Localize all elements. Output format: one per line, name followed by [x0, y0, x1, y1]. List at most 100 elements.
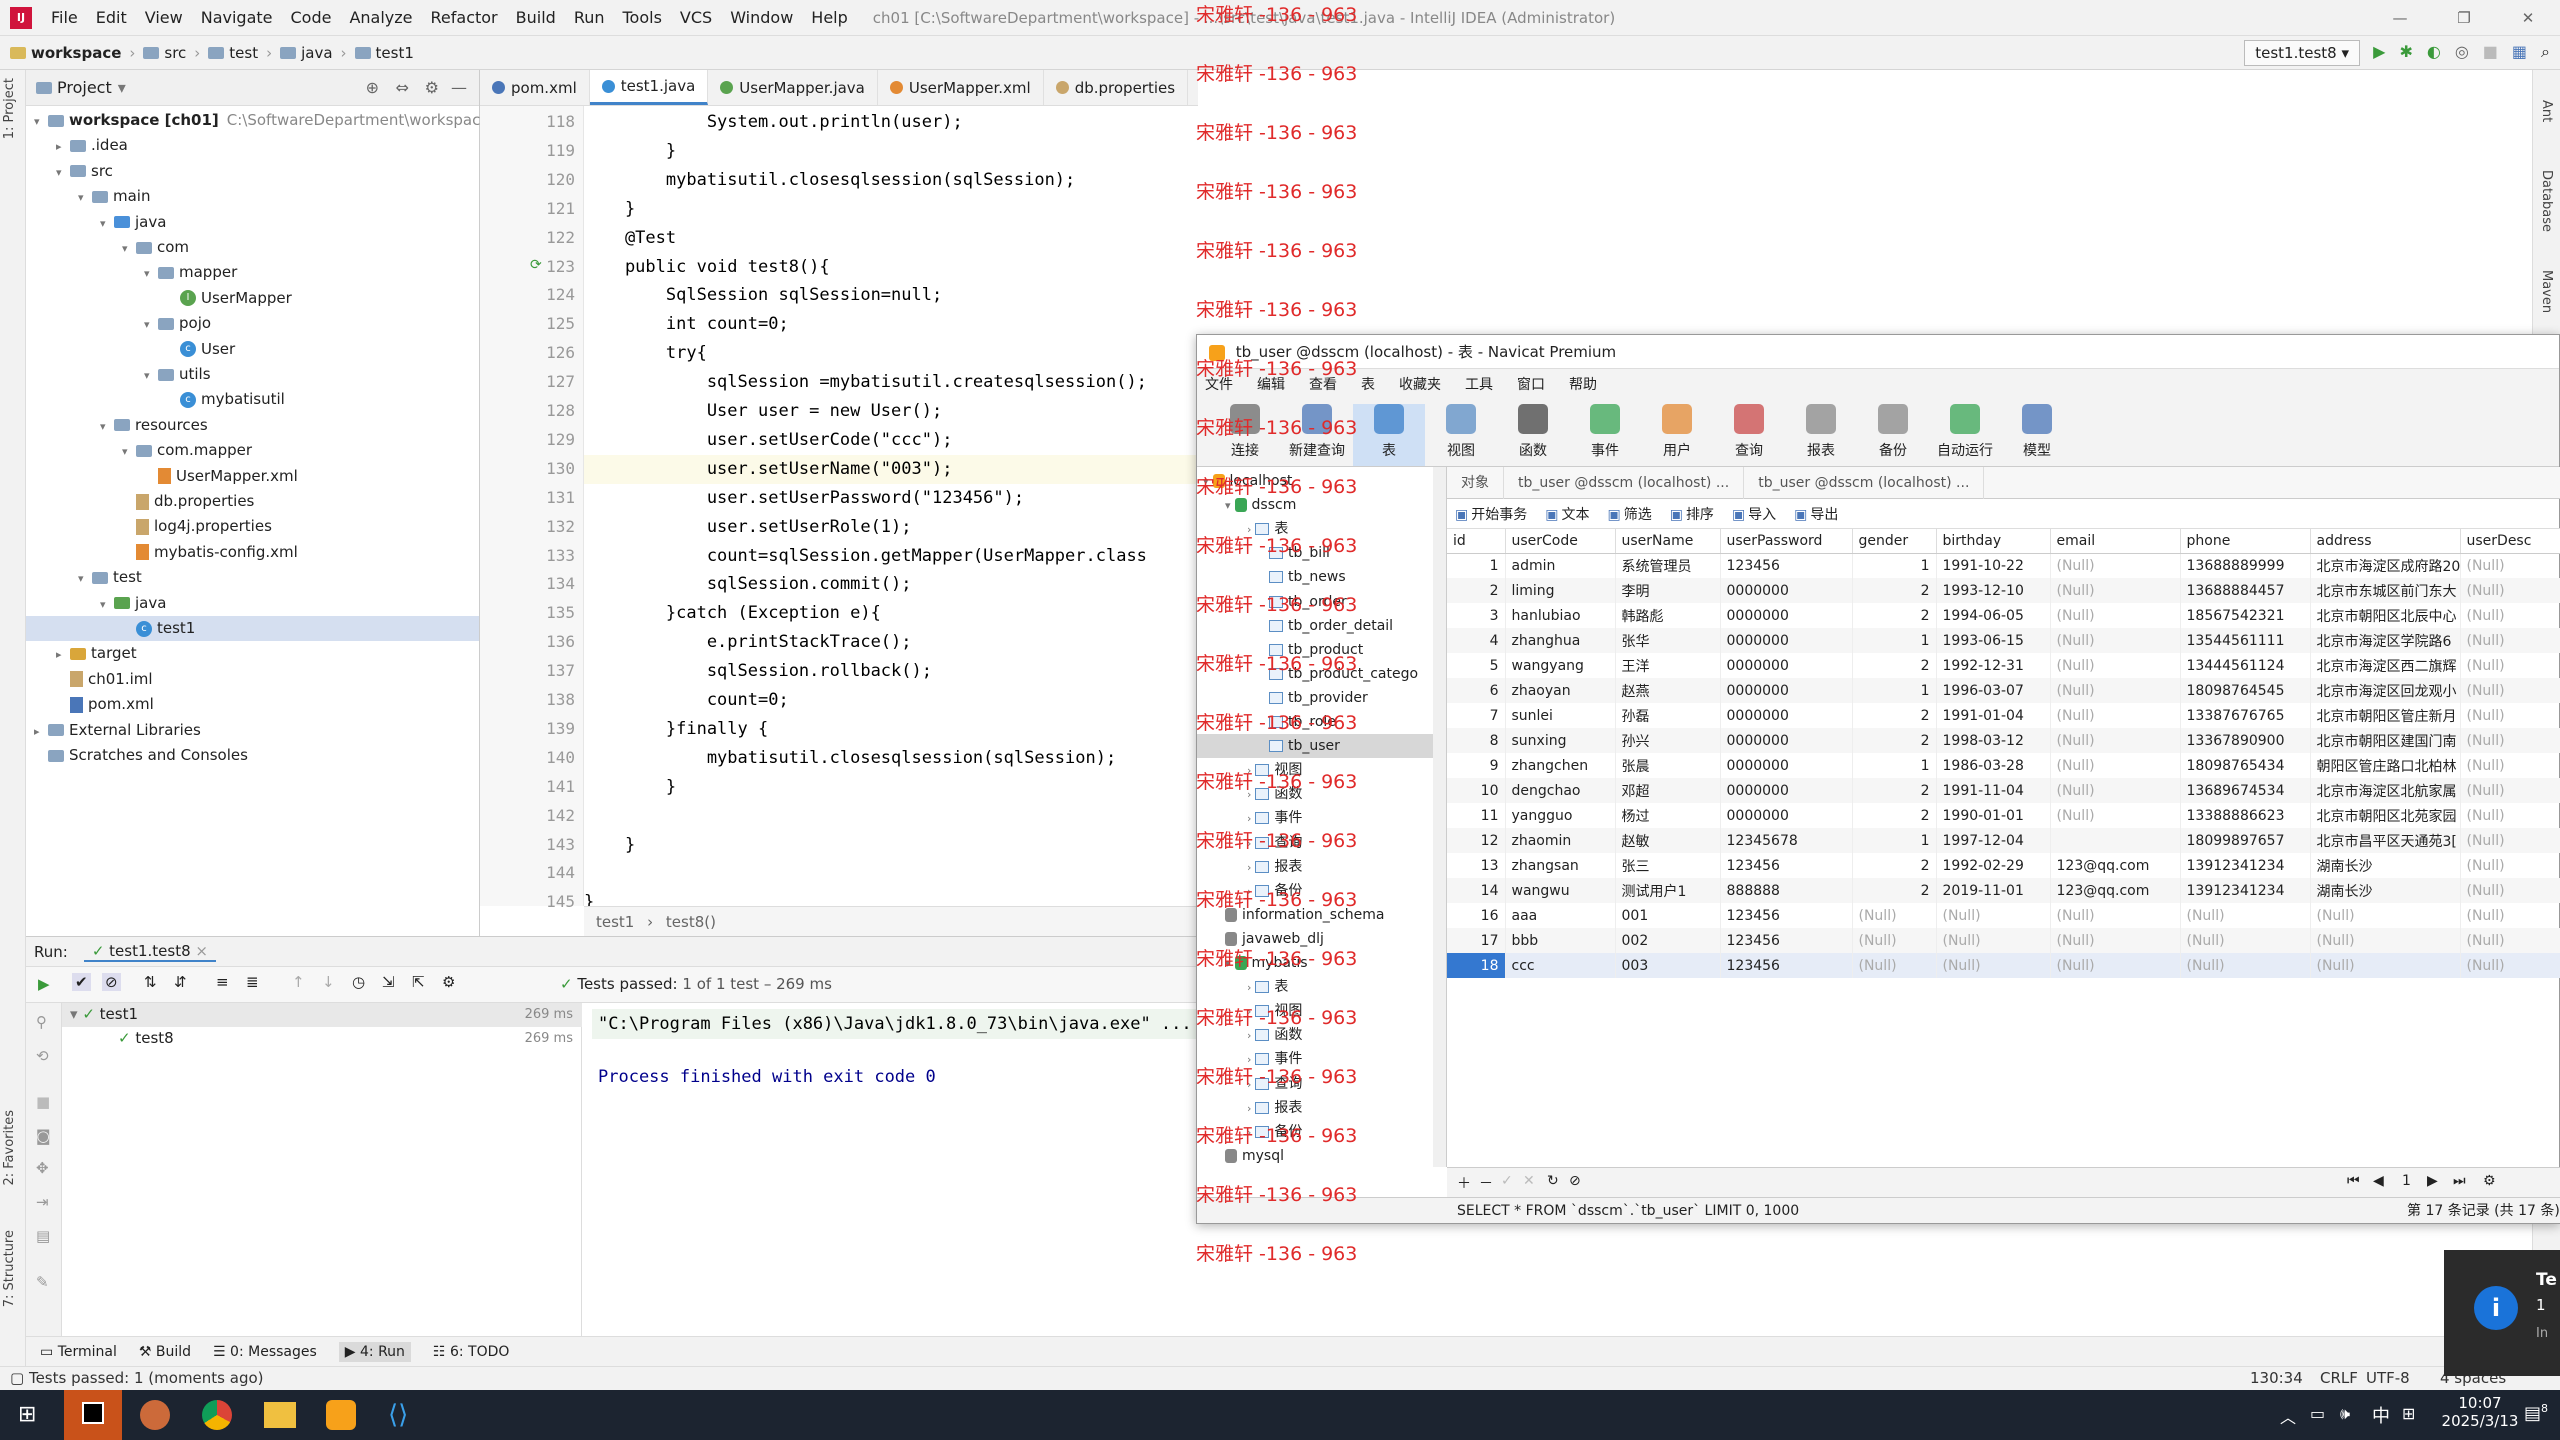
- tree-node[interactable]: ▾ mapper: [26, 260, 479, 285]
- table-cell[interactable]: 2: [1852, 578, 1937, 603]
- table-cell[interactable]: (Null): [2460, 878, 2560, 903]
- navicat-toolbar-button[interactable]: 查询: [1713, 404, 1785, 466]
- column-header[interactable]: userCode: [1505, 529, 1616, 554]
- code-editor[interactable]: System.out.println(user); } mybatisutil.…: [584, 106, 1204, 906]
- table-cell[interactable]: (Null): [1852, 903, 1937, 928]
- hide-icon[interactable]: —: [451, 78, 467, 97]
- table-cell[interactable]: (Null): [2050, 903, 2181, 928]
- chevron-down-icon[interactable]: ▾: [122, 236, 136, 261]
- table-cell[interactable]: wangwu: [1505, 878, 1616, 903]
- object-tab[interactable]: tb_user @dsscm (localhost) ...: [1504, 466, 1745, 499]
- stop-icon[interactable]: ■: [2483, 42, 2498, 62]
- menu-navigate[interactable]: Navigate: [192, 0, 282, 36]
- table-cell[interactable]: wangyang: [1505, 653, 1616, 678]
- table-cell[interactable]: 17: [1447, 928, 1506, 953]
- table-cell[interactable]: 18098765434: [2180, 753, 2311, 778]
- menu-vcs[interactable]: VCS: [671, 0, 721, 36]
- maximize-icon[interactable]: ❐: [2432, 0, 2496, 36]
- menu-file[interactable]: File: [42, 0, 87, 36]
- debug-icon[interactable]: ✱: [2399, 42, 2412, 62]
- show-ignored-icon[interactable]: ⊘: [102, 973, 121, 991]
- object-tab[interactable]: 对象: [1447, 466, 1504, 499]
- table-row[interactable]: 5 wangyang 王洋 0000000 2 1992-12-31 (Null) 13444…: [1447, 653, 2560, 678]
- chevron-down-icon[interactable]: ▾: [100, 592, 114, 617]
- network-icon[interactable]: ▭: [2310, 1404, 2325, 1423]
- table-cell[interactable]: 北京市海淀区学院路6: [2310, 628, 2461, 653]
- table-cell[interactable]: (Null): [1852, 928, 1937, 953]
- show-passed-icon[interactable]: ✔: [72, 973, 91, 991]
- minimize-icon[interactable]: —: [2368, 0, 2432, 36]
- collapse-icon[interactable]: ⇔: [396, 78, 409, 97]
- breadcrumb-item[interactable]: test: [208, 44, 258, 62]
- object-tab[interactable]: tb_user @dsscm (localhost) ...: [1744, 466, 1985, 499]
- menu-code[interactable]: Code: [282, 0, 341, 36]
- run-tool-tab[interactable]: ▶ 4: Run: [338, 1341, 411, 1362]
- line-separator[interactable]: CRLF: [2320, 1369, 2358, 1387]
- table-cell[interactable]: (Null): [2460, 778, 2560, 803]
- tree-node[interactable]: c User: [26, 337, 479, 362]
- table-cell[interactable]: bbb: [1505, 928, 1616, 953]
- tree-node[interactable]: ▾ resources: [26, 413, 479, 438]
- table-cell[interactable]: 888888: [1720, 878, 1853, 903]
- table-row[interactable]: 9 zhangchen 张晨 0000000 1 1986-03-28 (Null) 1809…: [1447, 753, 2560, 778]
- structure-tool-tab[interactable]: 7: Structure: [2, 1230, 17, 1307]
- table-cell[interactable]: (Null): [2050, 603, 2181, 628]
- table-cell[interactable]: (Null): [2310, 928, 2461, 953]
- project-view-select[interactable]: Project: [57, 78, 112, 97]
- table-cell[interactable]: (Null): [2050, 803, 2181, 828]
- table-cell[interactable]: 赵燕: [1615, 678, 1721, 703]
- table-cell[interactable]: 2: [1852, 803, 1937, 828]
- table-cell[interactable]: 测试用户1: [1615, 878, 1721, 903]
- table-cell[interactable]: 0000000: [1720, 803, 1853, 828]
- menu-help[interactable]: Help: [802, 0, 856, 36]
- table-cell[interactable]: 2: [1852, 728, 1937, 753]
- table-cell[interactable]: 杨过: [1615, 803, 1721, 828]
- table-cell[interactable]: 1: [1852, 828, 1937, 853]
- breadcrumb-item[interactable]: src: [143, 44, 186, 62]
- table-cell[interactable]: 邓超: [1615, 778, 1721, 803]
- table-cell[interactable]: (Null): [2460, 628, 2560, 653]
- navicat-toolbar-button[interactable]: 视图: [1425, 404, 1497, 466]
- navicat-toolbar-button[interactable]: 自动运行: [1929, 404, 2001, 466]
- grid-tool-button[interactable]: ▣ 导入: [1732, 504, 1776, 524]
- table-cell[interactable]: sunlei: [1505, 703, 1616, 728]
- table-cell[interactable]: (Null): [2050, 678, 2181, 703]
- table-cell[interactable]: 2: [1852, 778, 1937, 803]
- table-cell[interactable]: 12: [1447, 828, 1506, 853]
- table-cell[interactable]: (Null): [2310, 953, 2461, 978]
- table-cell[interactable]: 1991-11-04: [1936, 778, 2051, 803]
- chevron-right-icon[interactable]: ›: [1247, 1102, 1251, 1115]
- table-cell[interactable]: 5: [1447, 653, 1506, 678]
- tree-node[interactable]: ▾ java: [26, 591, 479, 616]
- table-cell[interactable]: 北京市海淀区回龙观小: [2310, 678, 2461, 703]
- table-cell[interactable]: 13367890900: [2180, 728, 2311, 753]
- table-cell[interactable]: 2019-11-01: [1936, 878, 2051, 903]
- table-cell[interactable]: 123@qq.com: [2050, 878, 2181, 903]
- export-icon[interactable]: ⇱: [412, 973, 425, 991]
- scrollbar[interactable]: [1433, 467, 1446, 1167]
- chevron-down-icon[interactable]: ▾: [100, 211, 114, 236]
- table-cell[interactable]: 16: [1447, 903, 1506, 928]
- table-row[interactable]: 10 dengchao 邓超 0000000 2 1991-11-04 (Null) 1368…: [1447, 778, 2560, 803]
- tree-node[interactable]: ▾ com.mapper: [26, 438, 479, 463]
- maven-tool-tab[interactable]: Maven: [2539, 270, 2554, 313]
- navicat-toolbar-button[interactable]: 用户: [1641, 404, 1713, 466]
- table-cell[interactable]: 1997-12-04: [1936, 828, 2051, 853]
- delete-record-icon[interactable]: －: [1479, 1173, 1493, 1193]
- vscode-taskbar-icon[interactable]: ⟨⟩: [388, 1400, 418, 1430]
- dump-icon[interactable]: ✥: [36, 1159, 49, 1177]
- next-page-icon[interactable]: ▶: [2427, 1173, 2438, 1189]
- table-cell[interactable]: 123456: [1720, 903, 1853, 928]
- table-cell[interactable]: 10: [1447, 778, 1506, 803]
- table-cell[interactable]: 13: [1447, 853, 1506, 878]
- table-cell[interactable]: 北京市海淀区北航家属: [2310, 778, 2461, 803]
- navicat-tree-node[interactable]: tb_order_detail: [1197, 614, 1446, 638]
- layout-icon[interactable]: ▤: [36, 1227, 50, 1245]
- cursor-position[interactable]: 130:34: [2250, 1369, 2303, 1387]
- editor-tab[interactable]: UserMapper.xml: [878, 70, 1044, 105]
- profile-icon[interactable]: ◎: [2455, 42, 2469, 62]
- table-cell[interactable]: 12345678: [1720, 828, 1853, 853]
- ant-tool-tab[interactable]: Ant: [2539, 100, 2554, 122]
- table-cell[interactable]: yangguo: [1505, 803, 1616, 828]
- table-cell[interactable]: 1: [1852, 553, 1937, 578]
